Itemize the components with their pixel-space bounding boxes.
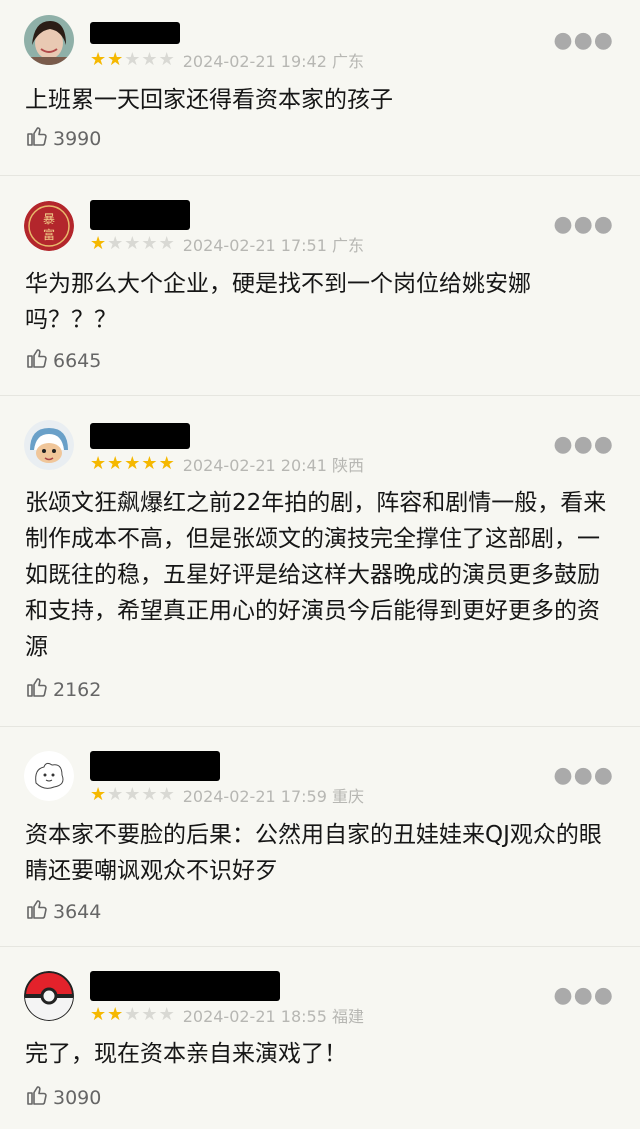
comment-item: ★ ★ ★ ★ ★ 2024-02-21 18:55 福建 ●●● 完了，现在资本亲自来… xyxy=(0,947,640,1129)
like-count: 3090 xyxy=(53,1086,102,1109)
comment-location: 广东 xyxy=(331,52,364,71)
rating-stars: ★ ★ ★ ★ ★ xyxy=(90,235,175,253)
star-icon: ★ xyxy=(107,49,124,70)
star-icon: ★ xyxy=(141,233,158,254)
star-icon: ★ xyxy=(124,784,141,805)
redacted-username xyxy=(90,423,190,449)
comment-datetime: 2024-02-21 19:42 xyxy=(182,52,327,71)
star-icon: ★ xyxy=(90,1004,107,1025)
comment-item: ★ ★ ★ ★ ★ 2024-02-21 17:59 重庆 ●●● 资本家不要脸的后果：… xyxy=(0,727,640,947)
like-count: 6645 xyxy=(53,349,102,372)
like-button[interactable]: 3990 xyxy=(25,124,101,153)
redacted-username xyxy=(90,971,280,1001)
more-dots-icon[interactable]: ●●● xyxy=(553,985,614,1007)
rating-stars: ★ ★ ★ ★ ★ xyxy=(90,1006,175,1024)
comment-datetime: 2024-02-21 17:59 xyxy=(182,787,327,806)
comment-meta: ★ ★ ★ ★ ★ 2024-02-21 19:42 广东 xyxy=(90,49,364,72)
svg-text:暴: 暴 xyxy=(43,212,55,226)
thumbs-up-icon xyxy=(25,675,49,704)
star-icon: ★ xyxy=(158,1004,175,1025)
comment-meta: ★ ★ ★ ★ ★ 2024-02-21 18:55 福建 xyxy=(90,1004,364,1027)
star-icon: ★ xyxy=(158,784,175,805)
comment-datetime: 2024-02-21 17:51 xyxy=(182,236,327,255)
more-dots-icon[interactable]: ●●● xyxy=(553,30,614,52)
rating-stars: ★ ★ ★ ★ ★ xyxy=(90,455,175,473)
star-icon: ★ xyxy=(107,1004,124,1025)
star-icon: ★ xyxy=(107,453,124,474)
star-icon: ★ xyxy=(158,49,175,70)
thumbs-up-icon xyxy=(25,1083,49,1112)
star-icon: ★ xyxy=(124,233,141,254)
comment-location: 陕西 xyxy=(331,456,364,475)
star-icon: ★ xyxy=(158,453,175,474)
comment-text: 资本家不要脸的后果：公然用自家的丑娃娃来QJ观众的眼睛还要嘲讽观众不识好歹 xyxy=(25,822,602,884)
comment-location: 广东 xyxy=(331,236,364,255)
redacted-username xyxy=(90,751,220,781)
comment-item: 暴 富 ★ ★ ★ ★ ★ 2024-02-21 17:51 广东 ●●● 华为那么大个… xyxy=(0,176,640,396)
like-count: 3990 xyxy=(53,127,102,150)
svg-text:富: 富 xyxy=(43,227,55,242)
star-icon: ★ xyxy=(124,453,141,474)
like-count: 2162 xyxy=(53,678,102,701)
more-dots-icon[interactable]: ●●● xyxy=(553,434,614,456)
rating-stars: ★ ★ ★ ★ ★ xyxy=(90,786,175,804)
comment-text: 张颂文狂飙爆红之前22年拍的剧，阵容和剧情一般，看来制作成本不高，但是张颂文的演… xyxy=(25,490,607,660)
comment-meta: ★ ★ ★ ★ ★ 2024-02-21 17:59 重庆 xyxy=(90,784,364,807)
like-button[interactable]: 3090 xyxy=(25,1083,101,1112)
star-icon: ★ xyxy=(90,453,107,474)
comment-text: 上班累一天回家还得看资本家的孩子 xyxy=(25,87,393,113)
star-icon: ★ xyxy=(141,1004,158,1025)
star-icon: ★ xyxy=(141,784,158,805)
star-icon: ★ xyxy=(141,453,158,474)
like-count: 3644 xyxy=(53,900,102,923)
like-button[interactable]: 2162 xyxy=(25,675,101,704)
comment-text: 完了，现在资本亲自来演戏了！ xyxy=(25,1041,347,1067)
thumbs-up-icon xyxy=(25,124,49,153)
star-icon: ★ xyxy=(90,233,107,254)
star-icon: ★ xyxy=(90,784,107,805)
comment-location: 福建 xyxy=(331,1007,364,1026)
star-icon: ★ xyxy=(107,784,124,805)
redacted-username xyxy=(90,200,190,230)
thumbs-up-icon xyxy=(25,897,49,926)
more-dots-icon[interactable]: ●●● xyxy=(553,214,614,236)
thumbs-up-icon xyxy=(25,346,49,375)
user-avatar[interactable] xyxy=(24,751,74,801)
star-icon: ★ xyxy=(90,49,107,70)
star-icon: ★ xyxy=(107,233,124,254)
comment-meta: ★ ★ ★ ★ ★ 2024-02-21 17:51 广东 xyxy=(90,233,364,256)
redacted-username xyxy=(90,22,180,44)
like-button[interactable]: 3644 xyxy=(25,897,101,926)
user-avatar[interactable]: 暴 富 xyxy=(24,201,74,251)
user-avatar[interactable] xyxy=(24,420,74,470)
like-button[interactable]: 6645 xyxy=(25,346,101,375)
more-dots-icon[interactable]: ●●● xyxy=(553,765,614,787)
star-icon: ★ xyxy=(141,49,158,70)
star-icon: ★ xyxy=(124,49,141,70)
star-icon: ★ xyxy=(158,233,175,254)
comment-datetime: 2024-02-21 20:41 xyxy=(182,456,327,475)
user-avatar[interactable] xyxy=(24,971,74,1021)
comment-meta: ★ ★ ★ ★ ★ 2024-02-21 20:41 陕西 xyxy=(90,453,364,476)
comment-datetime: 2024-02-21 18:55 xyxy=(182,1007,327,1026)
user-avatar[interactable] xyxy=(24,15,74,65)
comment-item: ★ ★ ★ ★ ★ 2024-02-21 20:41 陕西 ●●● 张颂文狂飙爆红之前2… xyxy=(0,396,640,727)
comment-item: ★ ★ ★ ★ ★ 2024-02-21 19:42 广东 ●●● 上班累一天回家还得看… xyxy=(0,0,640,176)
comment-location: 重庆 xyxy=(331,787,364,806)
comment-text: 华为那么大个企业，硬是找不到一个岗位给姚安娜吗？？？ xyxy=(25,271,531,333)
star-icon: ★ xyxy=(124,1004,141,1025)
rating-stars: ★ ★ ★ ★ ★ xyxy=(90,51,175,69)
